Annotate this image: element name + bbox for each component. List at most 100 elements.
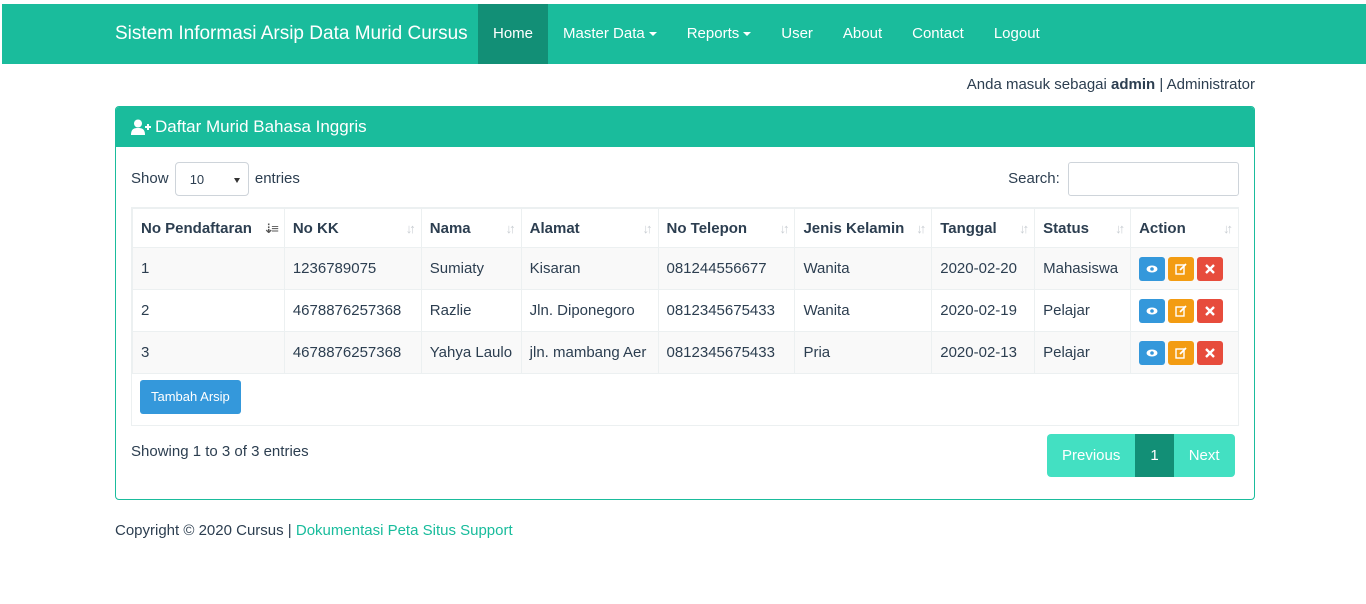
nav-menu: Home Master Data Reports User About Cont… <box>478 4 1055 64</box>
table-row: 3 4678876257368 Yahya Laulo jln. mambang… <box>132 331 1239 374</box>
entries-label: entries <box>254 170 300 187</box>
edit-icon <box>1175 304 1187 317</box>
nav-home[interactable]: Home <box>478 4 549 64</box>
sort-icon: ↓↑ <box>505 221 516 236</box>
nav-logout[interactable]: Logout <box>979 4 1055 64</box>
view-button[interactable] <box>1139 256 1166 281</box>
cell-alamat: jln. mambang Aer <box>520 331 659 374</box>
cell-no-pendaftaran: 2 <box>132 289 285 332</box>
eye-icon <box>1146 349 1158 356</box>
cell-nama: Razlie <box>420 289 522 332</box>
cell-action <box>1130 247 1239 290</box>
nav-reports[interactable]: Reports <box>672 4 767 64</box>
header-label: Alamat <box>529 219 580 237</box>
column-header[interactable]: Status ↓↑ <box>1034 208 1132 248</box>
user-plus-icon <box>131 119 151 135</box>
nav-about-label: About <box>842 25 883 42</box>
delete-button[interactable] <box>1197 298 1224 323</box>
nav-user[interactable]: User <box>766 4 828 64</box>
view-button[interactable] <box>1139 340 1166 365</box>
page-1-button[interactable]: 1 <box>1135 434 1174 477</box>
header-label: Action <box>1139 219 1186 237</box>
delete-button[interactable] <box>1197 340 1224 365</box>
edit-button[interactable] <box>1168 298 1195 323</box>
nav-home-label: Home <box>493 25 534 42</box>
nav-contact[interactable]: Contact <box>897 4 979 64</box>
cell-alamat: Kisaran <box>520 247 659 290</box>
sort-icon: ↓↑ <box>1019 221 1029 236</box>
search-input[interactable] <box>1068 162 1239 196</box>
panel-title: Daftar Murid Bahasa Inggris <box>155 117 367 136</box>
nav-reports-label: Reports <box>686 25 740 42</box>
cell-nama: Yahya Laulo <box>420 331 522 374</box>
cell-action <box>1130 331 1239 374</box>
nav-about[interactable]: About <box>828 4 897 64</box>
nav-master-data-label: Master Data <box>563 25 645 42</box>
edit-icon <box>1175 262 1187 275</box>
table-row: 2 4678876257368 Razlie Jln. Diponegoro 0… <box>132 289 1239 332</box>
edit-button[interactable] <box>1168 340 1195 365</box>
view-button[interactable] <box>1139 298 1166 323</box>
footer-links[interactable]: Dokumentasi Peta Situs Support <box>296 522 513 539</box>
previous-page-button[interactable]: Previous <box>1047 434 1136 477</box>
eye-icon <box>1146 307 1158 314</box>
header-label: No Telepon <box>666 219 748 237</box>
cell-no-pendaftaran: 1 <box>132 247 285 290</box>
cell-status: Pelajar <box>1034 289 1132 332</box>
column-header[interactable]: Jenis Kelamin ↓↑ <box>794 208 933 248</box>
pagination: Previous 1 Next <box>1047 434 1235 477</box>
column-header[interactable]: Nama ↓↑ <box>420 208 522 248</box>
delete-button[interactable] <box>1197 256 1224 281</box>
sort-icon: ↓↑ <box>1115 221 1125 236</box>
sort-icon: ↓↑ <box>1223 221 1233 236</box>
column-header[interactable]: No Pendaftaran ⇣≡ <box>132 208 285 248</box>
header-label: No Pendaftaran <box>141 219 252 237</box>
cell-tanggal: 2020-02-19 <box>931 289 1036 332</box>
close-icon <box>1205 305 1215 316</box>
sort-icon: ↓↑ <box>405 221 416 236</box>
cell-alamat: Jln. Diponegoro <box>520 289 659 332</box>
search-label: Search: <box>1008 170 1060 187</box>
copyright-text: Copyright © 2020 Cursus | <box>115 522 292 539</box>
eye-icon <box>1146 265 1158 272</box>
column-header[interactable]: Tanggal ↓↑ <box>931 208 1036 248</box>
column-header[interactable]: No KK ↓↑ <box>283 208 422 248</box>
login-username: admin <box>1111 76 1156 93</box>
cell-no-telepon: 081244556677 <box>657 247 796 290</box>
login-role: Administrator <box>1166 76 1255 93</box>
length-control: Show 10 entries <box>131 162 300 196</box>
cell-jenis-kelamin: Pria <box>794 331 933 374</box>
student-table: No Pendaftaran ⇣≡ No KK ↓↑ Nama ↓↑ Alamat ↓↑… <box>132 208 1239 374</box>
cell-status: Pelajar <box>1034 331 1132 374</box>
footer: Copyright © 2020 Cursus | Dokumentasi Pe… <box>115 522 513 539</box>
sort-icon: ↓↑ <box>642 221 653 236</box>
column-header[interactable]: Alamat ↓↑ <box>520 208 659 248</box>
header-label: Status <box>1043 219 1089 237</box>
brand-title[interactable]: Sistem Informasi Arsip Data Murid Cursus <box>115 4 468 64</box>
panel-heading: Daftar Murid Bahasa Inggris <box>116 107 1254 147</box>
cell-no-kk: 4678876257368 <box>283 331 422 374</box>
show-label: Show <box>131 170 169 187</box>
login-prefix: Anda masuk sebagai <box>966 76 1107 93</box>
table-header-row: No Pendaftaran ⇣≡ No KK ↓↑ Nama ↓↑ Alamat ↓↑… <box>132 208 1239 248</box>
sort-icon: ↓↑ <box>916 221 926 236</box>
cell-no-telepon: 0812345675433 <box>657 289 796 332</box>
login-info: Anda masuk sebagai admin | Administrator <box>967 76 1255 93</box>
cell-no-telepon: 0812345675433 <box>657 331 796 374</box>
add-archive-button[interactable]: Tambah Arsip <box>140 380 241 414</box>
header-label: Jenis Kelamin <box>803 219 905 237</box>
student-table-wrapper: No Pendaftaran ⇣≡ No KK ↓↑ Nama ↓↑ Alamat ↓↑… <box>131 207 1239 426</box>
entries-value: 10 <box>189 172 205 187</box>
table-row: 1 1236789075 Sumiaty Kisaran 08124455667… <box>132 247 1239 290</box>
edit-icon <box>1175 346 1187 359</box>
column-header[interactable]: Action ↓↑ <box>1130 208 1239 248</box>
nav-master-data[interactable]: Master Data <box>548 4 672 64</box>
entries-select[interactable]: 10 <box>174 162 249 196</box>
cell-no-kk: 1236789075 <box>283 247 422 290</box>
student-panel: Daftar Murid Bahasa Inggris Show 10 entr… <box>115 106 1255 500</box>
cell-nama: Sumiaty <box>420 247 522 290</box>
next-page-button[interactable]: Next <box>1173 434 1235 477</box>
navbar: Sistem Informasi Arsip Data Murid Cursus… <box>2 4 1366 64</box>
column-header[interactable]: No Telepon ↓↑ <box>657 208 796 248</box>
edit-button[interactable] <box>1168 256 1195 281</box>
